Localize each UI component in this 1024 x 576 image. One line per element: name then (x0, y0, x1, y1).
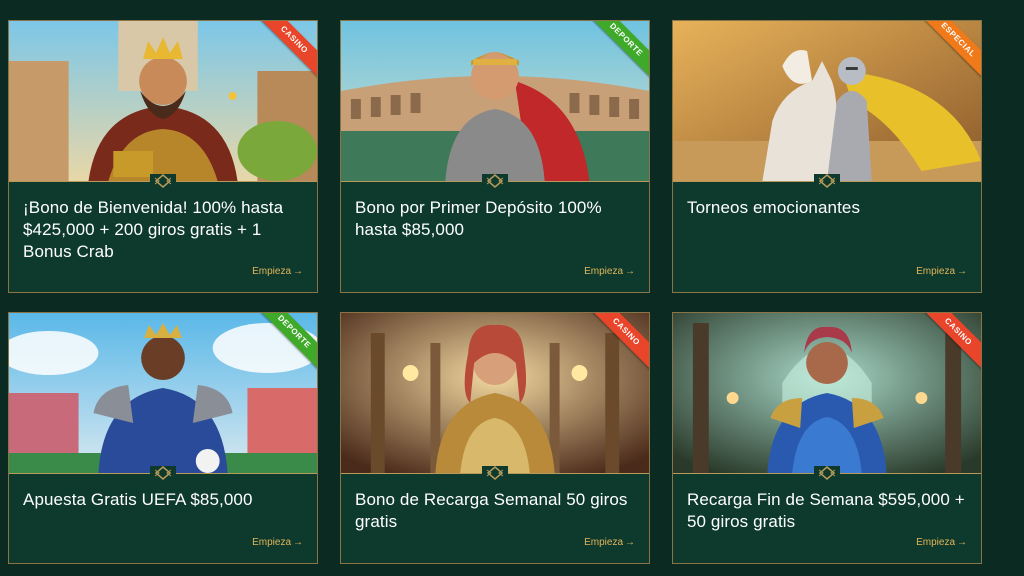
promo-image-warrior-blue (673, 313, 981, 473)
diamond-ornament-icon (150, 466, 176, 480)
start-link-label: Empieza (916, 266, 955, 277)
start-link-label: Empieza (584, 537, 623, 548)
promo-title: Torneos emocionantes (687, 198, 861, 217)
arrow-right-icon: → (293, 537, 303, 548)
promo-image-warrior-gold (341, 313, 649, 473)
arrow-right-icon: → (625, 266, 635, 277)
promo-title: Apuesta Gratis UEFA $85,000 (23, 490, 253, 509)
start-link[interactable]: Empieza → (916, 266, 967, 278)
promo-card-weekly-reload[interactable]: CASINO Bono de Recarga Semanal 50 giros … (340, 312, 650, 564)
promo-card-free-bet-uefa[interactable]: DEPORTE Apuesta Gratis UEFA $85,000 Empi… (8, 312, 318, 564)
arrow-right-icon: → (293, 266, 303, 277)
promo-title: ¡Bono de Bienvenida! 100% hasta $425,000… (23, 198, 284, 261)
promo-image-king (9, 21, 317, 181)
promo-image-footballer (9, 313, 317, 473)
promo-title: Recarga Fin de Semana $595,000 + 50 giro… (687, 490, 965, 531)
promo-card-first-deposit[interactable]: DEPORTE Bono por Primer Depósito 100% ha… (340, 20, 650, 293)
start-link[interactable]: Empieza → (584, 537, 635, 549)
start-link-label: Empieza (916, 537, 955, 548)
promo-card-welcome-bonus[interactable]: CASINO ¡Bono de Bienvenida! 100% hasta $… (8, 20, 318, 293)
diamond-ornament-icon (482, 174, 508, 188)
promo-image-knight (673, 21, 981, 181)
diamond-ornament-icon (150, 174, 176, 188)
promo-card-tournaments[interactable]: ESPECIAL Torneos emocionantes Empieza → (672, 20, 982, 293)
start-link-label: Empieza (252, 266, 291, 277)
promo-title: Bono por Primer Depósito 100% hasta $85,… (355, 198, 602, 239)
promotions-grid: CASINO ¡Bono de Bienvenida! 100% hasta $… (0, 0, 1024, 576)
start-link[interactable]: Empieza → (252, 537, 303, 549)
arrow-right-icon: → (625, 537, 635, 548)
start-link[interactable]: Empieza → (252, 266, 303, 278)
diamond-ornament-icon (482, 466, 508, 480)
start-link[interactable]: Empieza → (916, 537, 967, 549)
promo-title: Bono de Recarga Semanal 50 giros gratis (355, 490, 628, 531)
diamond-ornament-icon (814, 466, 840, 480)
start-link[interactable]: Empieza → (584, 266, 635, 278)
promo-card-weekend-reload[interactable]: CASINO Recarga Fin de Semana $595,000 + … (672, 312, 982, 564)
arrow-right-icon: → (957, 266, 967, 277)
start-link-label: Empieza (584, 266, 623, 277)
start-link-label: Empieza (252, 537, 291, 548)
promo-image-gladiator (341, 21, 649, 181)
diamond-ornament-icon (814, 174, 840, 188)
arrow-right-icon: → (957, 537, 967, 548)
